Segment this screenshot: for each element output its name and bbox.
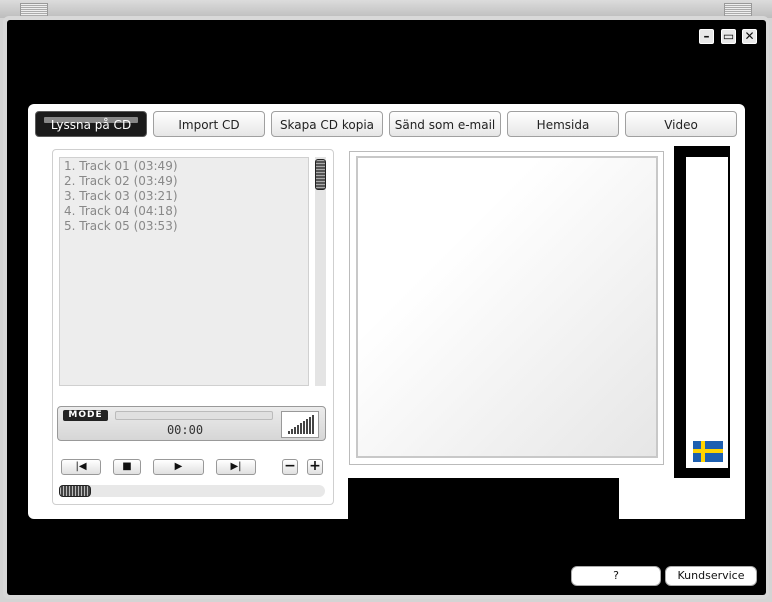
- stop-icon: ■: [122, 461, 132, 472]
- stop-button[interactable]: ■: [113, 459, 141, 475]
- list-item[interactable]: 4. Track 04 (04:18): [64, 204, 304, 219]
- tab-homepage[interactable]: Hemsida: [507, 111, 619, 137]
- volume-level-bar: [294, 427, 296, 434]
- app-window: – ▭ ✕ Lyssna på CD Import CD Skapa CD ko…: [0, 0, 772, 602]
- flag-cross-vertical: [701, 441, 705, 462]
- next-icon: ▶|: [230, 461, 242, 472]
- language-column: [686, 157, 728, 468]
- tab-create-cd-copy[interactable]: Skapa CD kopia: [271, 111, 383, 137]
- list-item[interactable]: 1. Track 01 (03:49): [64, 159, 304, 174]
- previous-icon: |◀: [75, 461, 87, 472]
- volume-level-bar: [303, 421, 305, 434]
- volume-level-bar: [309, 417, 311, 434]
- volume-meter[interactable]: [281, 411, 319, 438]
- tab-label: Sänd som e-mail: [394, 118, 496, 132]
- display-readout-strip: [115, 411, 273, 420]
- previous-button[interactable]: |◀: [61, 459, 101, 475]
- play-button[interactable]: ▶: [153, 459, 204, 475]
- time-display: 00:00: [166, 423, 204, 437]
- tab-listen-cd[interactable]: Lyssna på CD: [35, 111, 147, 137]
- tab-label: Skapa CD kopia: [279, 118, 375, 132]
- volume-down-button[interactable]: −: [282, 459, 298, 475]
- seek-thumb[interactable]: [59, 485, 91, 497]
- volume-level-bar: [291, 429, 293, 434]
- volume-level-bar: [300, 423, 302, 434]
- playlist[interactable]: 1. Track 01 (03:49) 2. Track 02 (03:49) …: [59, 157, 309, 386]
- drag-grip-left[interactable]: [20, 3, 48, 17]
- volume-level-bar: [312, 415, 314, 434]
- right-lower-panel: [619, 478, 745, 519]
- tab-label: Import CD: [178, 118, 240, 132]
- playlist-scroll-thumb[interactable]: [315, 159, 326, 190]
- maximize-button[interactable]: ▭: [721, 29, 736, 44]
- volume-level-bar: [288, 431, 290, 434]
- tab-import-cd[interactable]: Import CD: [153, 111, 265, 137]
- minus-icon: −: [284, 458, 296, 474]
- flag-cross-horizontal: [693, 449, 723, 453]
- playlist-scrollbar[interactable]: [315, 157, 326, 386]
- list-item[interactable]: 3. Track 03 (03:21): [64, 189, 304, 204]
- close-button[interactable]: ✕: [742, 29, 757, 44]
- volume-level-bar: [306, 419, 308, 434]
- tab-label: Video: [664, 118, 698, 132]
- minimize-button[interactable]: –: [699, 29, 714, 44]
- drag-grip-right[interactable]: [724, 3, 752, 17]
- mode-button[interactable]: MODE: [63, 410, 108, 421]
- list-item[interactable]: 2. Track 02 (03:49): [64, 174, 304, 189]
- tab-send-email[interactable]: Sänd som e-mail: [389, 111, 501, 137]
- list-item[interactable]: 5. Track 05 (03:53): [64, 219, 304, 234]
- seek-bar[interactable]: [59, 485, 325, 497]
- tab-label: Lyssna på CD: [50, 118, 132, 132]
- tab-label: Hemsida: [536, 118, 590, 132]
- volume-up-button[interactable]: +: [307, 459, 323, 475]
- right-edge-panel: [730, 140, 745, 480]
- media-viewer-screen: [356, 156, 658, 458]
- tab-video[interactable]: Video: [625, 111, 737, 137]
- volume-level-bar: [297, 425, 299, 434]
- plus-icon: +: [309, 458, 321, 474]
- help-button[interactable]: ?: [571, 566, 661, 586]
- next-button[interactable]: ▶|: [216, 459, 256, 475]
- play-icon: ▶: [174, 461, 183, 472]
- customer-service-button[interactable]: Kundservice: [665, 566, 757, 586]
- sweden-flag-icon[interactable]: [693, 441, 723, 462]
